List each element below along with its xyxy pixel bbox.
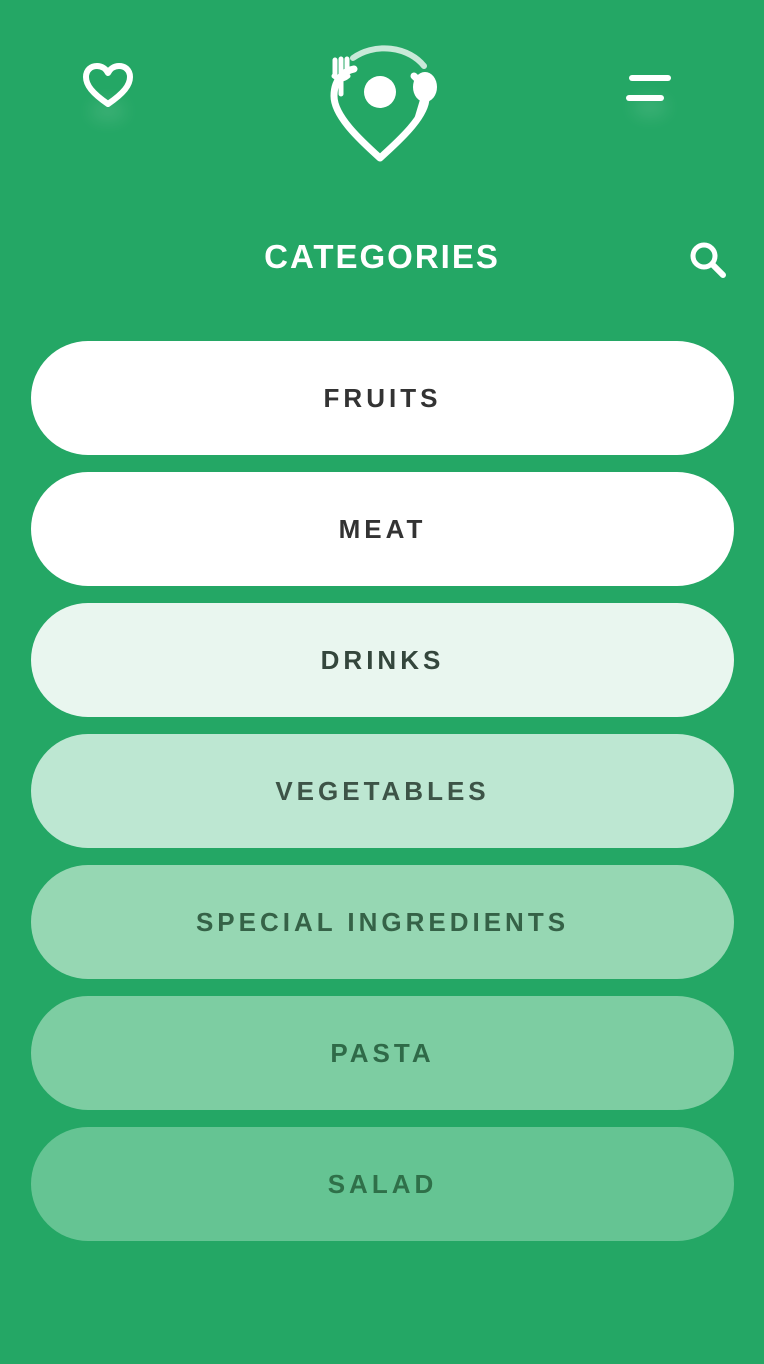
favorites-button[interactable] xyxy=(78,58,138,114)
category-fruits-button[interactable]: FRUITS xyxy=(31,341,734,455)
category-label: DRINKS xyxy=(320,644,445,675)
search-button[interactable] xyxy=(686,238,730,282)
top-bar xyxy=(0,0,764,190)
category-label: SPECIAL INGREDIENTS xyxy=(195,906,570,937)
category-list: FRUITS MEAT DRINKS VEGETABLES SPECIAL IN… xyxy=(31,341,734,1258)
category-vegetables-button[interactable]: VEGETABLES xyxy=(31,734,734,848)
search-icon xyxy=(690,242,726,278)
category-label: PASTA xyxy=(330,1037,435,1068)
category-label: VEGETABLES xyxy=(275,775,490,806)
category-salad-button[interactable]: SALAD xyxy=(31,1127,734,1241)
page-title: CATEGORIES xyxy=(264,238,500,275)
category-label: SALAD xyxy=(327,1168,438,1199)
heart-icon xyxy=(83,63,133,107)
category-drinks-button[interactable]: DRINKS xyxy=(31,603,734,717)
menu-button[interactable] xyxy=(620,66,680,110)
hamburger-menu-icon xyxy=(626,75,671,101)
title-row: CATEGORIES xyxy=(0,232,764,288)
category-label: MEAT xyxy=(338,513,427,544)
category-pasta-button[interactable]: PASTA xyxy=(31,996,734,1110)
category-label: FRUITS xyxy=(323,382,442,413)
category-special-ingredients-button[interactable]: SPECIAL INGREDIENTS xyxy=(31,865,734,979)
location-pin-fork-spoon-icon xyxy=(330,45,437,162)
app-logo xyxy=(320,36,440,166)
category-meat-button[interactable]: MEAT xyxy=(31,472,734,586)
